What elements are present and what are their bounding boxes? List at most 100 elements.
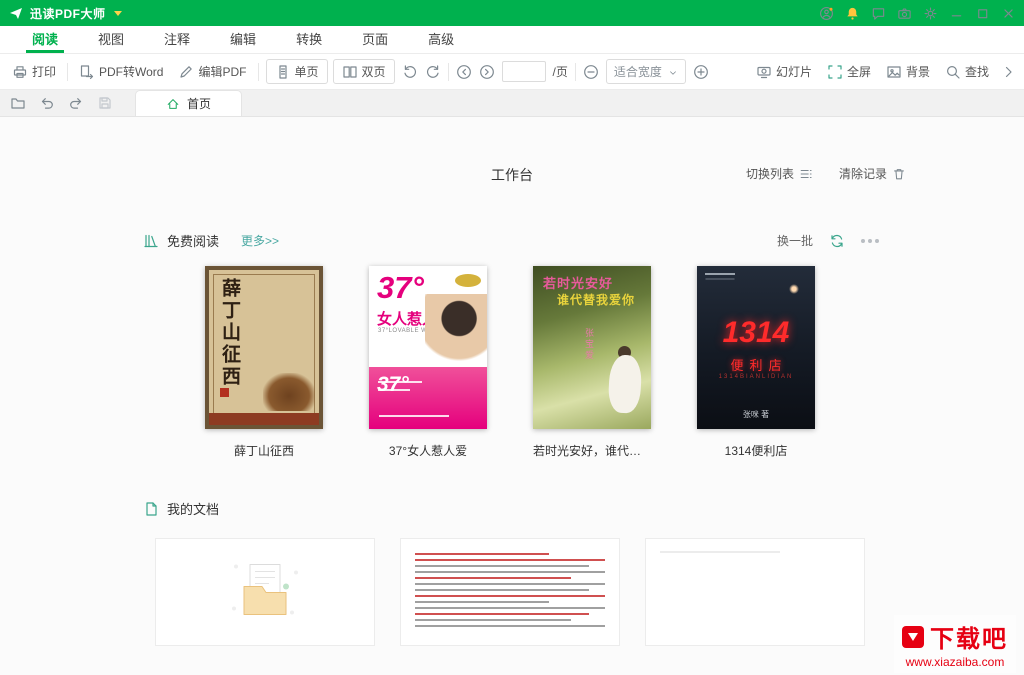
print-label: 打印 (32, 63, 56, 80)
site-watermark: 下载吧 www.xiazaiba.com (894, 615, 1016, 673)
zoom-out-icon[interactable] (583, 64, 599, 80)
document-thumbnail[interactable] (645, 538, 865, 646)
book-cover[interactable]: 若时光安好 谁代替我爱你 张宝爱 (533, 266, 651, 429)
image-icon (886, 64, 902, 80)
refresh-icon[interactable] (829, 233, 845, 249)
settings-gear-icon[interactable] (923, 6, 938, 21)
free-reading-more-link[interactable]: 更多>> (241, 232, 279, 249)
minimize-button[interactable] (949, 6, 964, 21)
pdf-to-word-button[interactable]: PDF转Word (75, 60, 167, 83)
toolbar-overflow-chevron-icon[interactable] (1000, 64, 1016, 80)
my-documents-header: 我的文档 (143, 499, 879, 518)
page-unit-label: /页 (553, 63, 568, 80)
fullscreen-label: 全屏 (847, 63, 871, 80)
user-account-icon[interactable] (819, 6, 834, 21)
double-page-icon (342, 64, 358, 80)
clear-records-button[interactable]: 清除记录 (839, 165, 906, 182)
woman-photo (425, 294, 487, 364)
slideshow-button[interactable]: 幻灯片 (752, 60, 816, 83)
screenshot-camera-icon[interactable] (897, 6, 912, 21)
message-icon[interactable] (871, 6, 886, 21)
chevron-down-icon (668, 67, 678, 77)
download-site-logo-icon (902, 626, 924, 648)
workbench-page: 工作台 切换列表 清除记录 免费阅读 更多>> 换一批 (0, 165, 1024, 675)
single-page-button[interactable]: 单页 (266, 59, 328, 84)
tab-edit[interactable]: 编辑 (210, 26, 276, 53)
open-folder-icon[interactable] (10, 95, 26, 111)
fullscreen-button[interactable]: 全屏 (823, 60, 875, 83)
edit-pdf-button[interactable]: 编辑PDF (174, 60, 250, 83)
background-button[interactable]: 背景 (882, 60, 934, 83)
zoom-in-icon[interactable] (693, 64, 709, 80)
tab-view[interactable]: 视图 (78, 26, 144, 53)
book-card[interactable]: 若时光安好 谁代替我爱你 张宝爱 若时光安好，谁代替… (533, 266, 651, 459)
book-cover[interactable]: 1314 便利店 1314BIANLIDIAN 张咪 著 (697, 266, 815, 429)
search-icon (945, 64, 961, 80)
next-page-icon[interactable] (479, 64, 495, 80)
document-text-preview (401, 539, 619, 627)
tab-advanced[interactable]: 高级 (408, 26, 474, 53)
bookshelf-icon (143, 233, 159, 249)
tab-convert[interactable]: 转换 (276, 26, 342, 53)
undo-icon[interactable] (39, 95, 55, 111)
document-text-preview (660, 551, 780, 553)
single-page-icon (275, 64, 291, 80)
fullscreen-icon (827, 64, 843, 80)
change-batch-button[interactable]: 换一批 (777, 232, 813, 249)
book-cover[interactable]: 37° 女人惹人爱 37°LOVABLE WOMAN 37° (369, 266, 487, 429)
my-documents-title: 我的文档 (167, 499, 219, 518)
list-icon (799, 167, 813, 181)
redo-icon[interactable] (68, 95, 84, 111)
rotate-left-icon[interactable] (402, 64, 418, 80)
rotate-right-icon[interactable] (425, 64, 441, 80)
save-icon[interactable] (97, 95, 113, 111)
book-card[interactable]: 薛丁山征西 薛丁山征西 (205, 266, 323, 459)
print-button[interactable]: 打印 (8, 60, 60, 83)
quick-access-bar: 首页 (0, 90, 1024, 117)
home-tab[interactable]: 首页 (135, 90, 242, 116)
pencil-icon (178, 64, 194, 80)
double-page-label: 双页 (362, 63, 386, 80)
tab-read[interactable]: 阅读 (12, 26, 78, 53)
home-tab-label: 首页 (187, 95, 211, 112)
zoom-mode-select[interactable]: 适合宽度 (606, 59, 686, 84)
double-page-button[interactable]: 双页 (333, 59, 395, 84)
titlebar-controls (819, 6, 1016, 21)
document-thumbnail[interactable] (400, 538, 620, 646)
tab-page[interactable]: 页面 (342, 26, 408, 53)
more-options-icon[interactable] (861, 239, 879, 243)
free-reading-header: 免费阅读 更多>> 换一批 (143, 231, 879, 250)
previous-page-icon[interactable] (456, 64, 472, 80)
cover-title: 薛丁山征西 (216, 278, 243, 388)
tab-annotate[interactable]: 注释 (144, 26, 210, 53)
app-menu-caret-icon[interactable] (114, 11, 122, 16)
book-card[interactable]: 1314 便利店 1314BIANLIDIAN 张咪 著 1314便利店 (697, 266, 815, 459)
maximize-button[interactable] (975, 6, 990, 21)
single-page-label: 单页 (295, 63, 319, 80)
app-logo-icon (8, 5, 24, 21)
free-reading-books: 薛丁山征西 薛丁山征西 37° 女人惹人爱 37°LOVABLE WOMAN 3… (205, 266, 1024, 459)
document-illustration (226, 557, 304, 628)
book-card[interactable]: 37° 女人惹人爱 37°LOVABLE WOMAN 37° 37°女人惹人爱 (369, 266, 487, 459)
document-icon (143, 501, 159, 517)
separator (67, 63, 68, 81)
notification-bell-icon[interactable] (845, 6, 860, 21)
book-title: 37°女人惹人爱 (389, 442, 467, 459)
book-title: 薛丁山征西 (234, 442, 294, 459)
edit-pdf-label: 编辑PDF (198, 63, 246, 80)
watermark-url: www.xiazaiba.com (902, 655, 1008, 669)
convert-word-icon (79, 64, 95, 80)
page-layout-group: 单页 双页 (266, 59, 395, 84)
book-title: 1314便利店 (725, 442, 788, 459)
close-button[interactable] (1001, 6, 1016, 21)
book-cover[interactable]: 薛丁山征西 (205, 266, 323, 429)
page-number-input[interactable] (502, 61, 546, 82)
printer-icon (12, 64, 28, 80)
find-button[interactable]: 查找 (941, 60, 993, 83)
app-title: 迅读PDF大师 (30, 5, 106, 22)
titlebar: 迅读PDF大师 (0, 0, 1024, 26)
switch-list-button[interactable]: 切换列表 (746, 165, 813, 182)
home-icon (166, 97, 180, 111)
document-thumbnail[interactable] (155, 538, 375, 646)
horse-illustration (263, 373, 315, 411)
